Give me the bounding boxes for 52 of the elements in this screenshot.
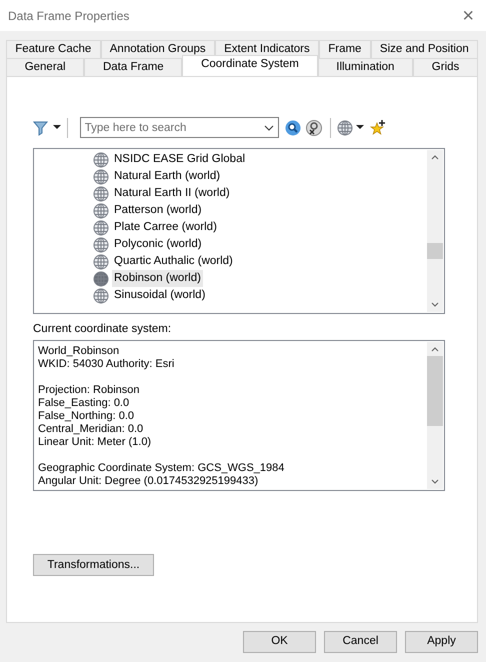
list-item[interactable]: Patterson (world): [112, 202, 204, 220]
tab[interactable]: Grids: [413, 58, 478, 76]
tab[interactable]: Feature Cache: [6, 40, 101, 58]
close-button[interactable]: ×: [458, 6, 478, 26]
detail-line: Angular Unit: Degree (0.0174532925199433): [38, 475, 260, 488]
globe-icon[interactable]: [337, 120, 354, 136]
dialog-button[interactable]: Cancel: [324, 631, 397, 653]
filter-icon: [33, 120, 49, 136]
detail-line: Linear Unit: Meter (1.0): [38, 436, 152, 450]
globe-icon: [93, 254, 109, 270]
list-item[interactable]: Natural Earth (world): [112, 168, 222, 186]
globe-icon: [93, 186, 109, 202]
detail-line: Geographic Coordinate System: GCS_WGS_1984: [38, 462, 286, 476]
search-field[interactable]: Type here to search: [80, 117, 279, 138]
globe-icon: [93, 152, 109, 168]
globe-icon: [93, 236, 109, 252]
list-item[interactable]: Robinson (world): [112, 270, 203, 288]
section-label: Current coordinate system:: [33, 322, 172, 337]
window-title: Data Frame Properties: [8, 8, 130, 24]
clear-search-icon[interactable]: [306, 120, 322, 136]
tab[interactable]: Illumination: [318, 58, 414, 76]
list-item[interactable]: Polyconic (world): [112, 236, 204, 254]
detail-line: World_Robinson: [38, 345, 120, 358]
tab[interactable]: Data Frame: [84, 58, 182, 76]
globe-icon: [93, 202, 109, 218]
detail-line: Projection: Robinson: [38, 384, 141, 398]
scrollbar-thumb[interactable]: [427, 356, 443, 426]
tab[interactable]: General: [6, 58, 84, 76]
dialog-button[interactable]: Apply: [405, 631, 478, 653]
detail-line: WKID: 54030 Authority: Esri: [38, 358, 176, 372]
dialog-button[interactable]: OK: [243, 631, 316, 653]
list-item[interactable]: NSIDC EASE Grid Global: [112, 150, 248, 168]
list-item[interactable]: Plate Carree (world): [112, 218, 219, 236]
search-icon[interactable]: [284, 120, 300, 136]
transformations-button[interactable]: Transformations...: [33, 554, 154, 576]
scrollbar-thumb[interactable]: [427, 243, 443, 259]
tab[interactable]: Annotation Groups: [100, 40, 215, 58]
globe-icon: [93, 270, 109, 286]
dropdown-icon[interactable]: [264, 125, 274, 131]
list-item[interactable]: Natural Earth II (world): [112, 184, 232, 202]
globe-icon: [93, 288, 109, 304]
star-icon[interactable]: [370, 120, 386, 136]
tab[interactable]: Coordinate System: [182, 55, 318, 76]
list-item[interactable]: Sinusoidal (world): [112, 286, 208, 304]
globe-icon: [93, 220, 109, 236]
list-item[interactable]: Quartic Authalic (world): [112, 252, 235, 270]
detail-line: False_Easting: 0.0: [38, 397, 130, 410]
globe-icon: [93, 168, 109, 184]
tab[interactable]: Frame: [319, 40, 371, 58]
tab[interactable]: Size and Position: [370, 40, 478, 58]
detail-line: False_Northing: 0.0: [38, 410, 135, 424]
detail-line: Central_Meridian: 0.0: [38, 423, 144, 436]
